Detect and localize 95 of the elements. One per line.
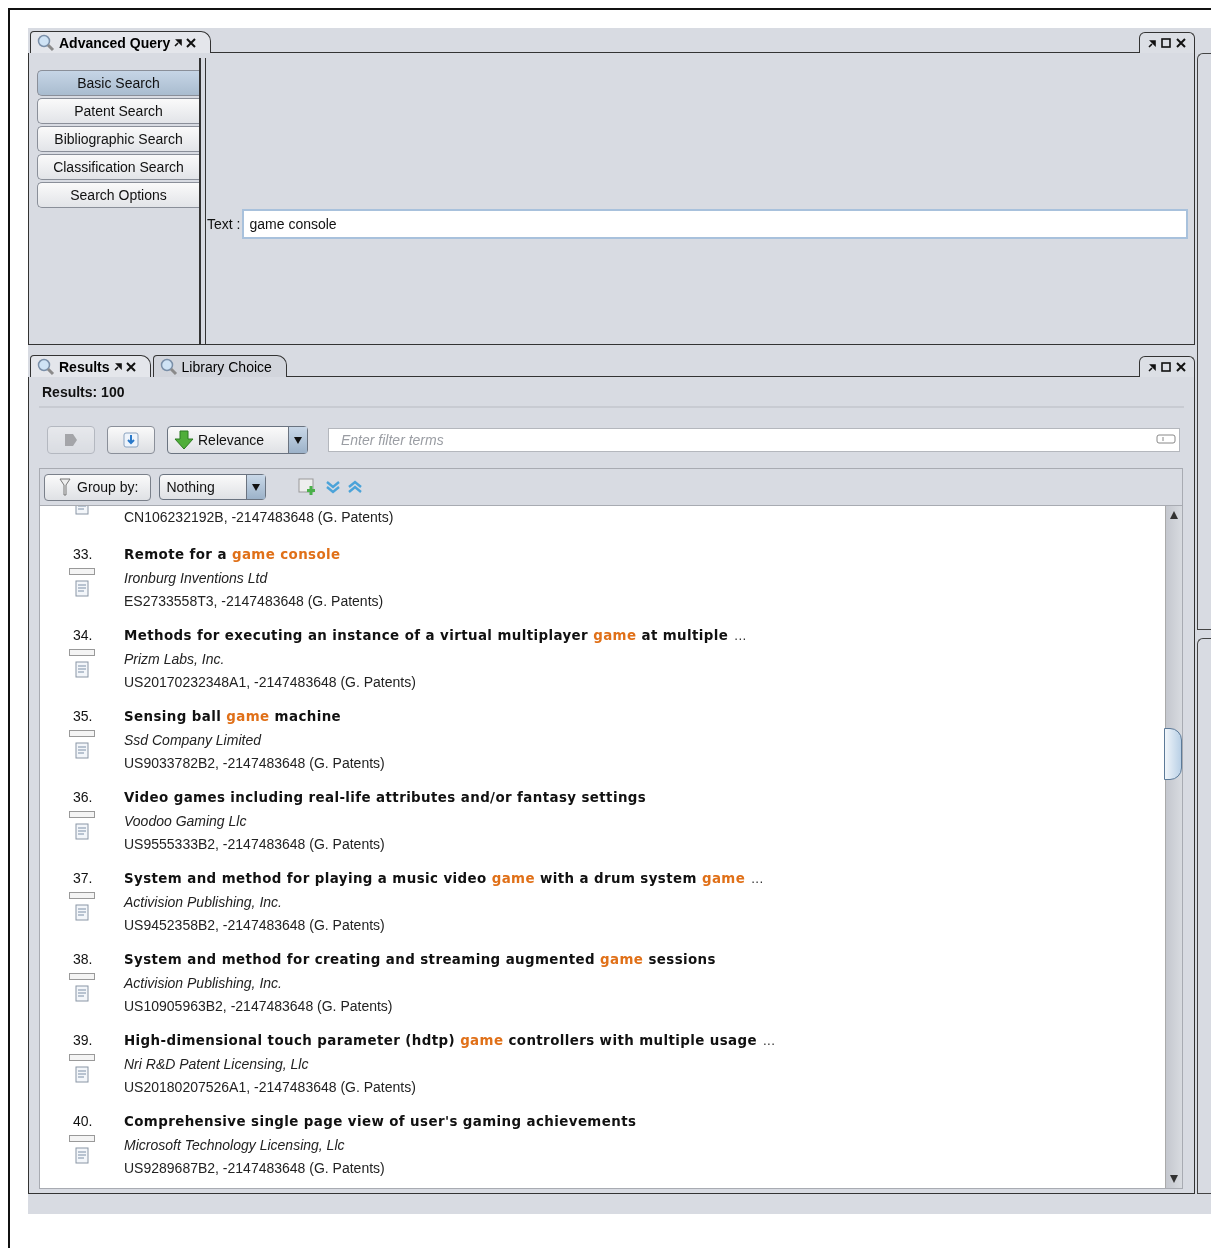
caret-icon <box>252 483 261 491</box>
scroll-thumb[interactable] <box>1164 728 1182 780</box>
search-type-tab[interactable]: Basic Search <box>37 70 199 96</box>
patent-id: US20180207526A1, -2147483648 (G. Patents) <box>124 1077 417 1097</box>
patent-id: CN106232192B, -2147483648 (G. Patents) <box>124 508 394 527</box>
result-title[interactable]: Comprehensive single page view of user's gaming achievements <box>124 1110 637 1134</box>
patent-id: US10905963B2, -2147483648 (G. Patents) <box>124 996 394 1016</box>
search-icon <box>37 33 55 52</box>
collapse-all-icon[interactable] <box>348 480 363 494</box>
assignee: Microsoft Technology Licensing, Llc <box>124 1136 346 1155</box>
close-icon[interactable] <box>125 361 136 372</box>
maximize-icon[interactable] <box>1161 38 1171 48</box>
ellipsis: ... <box>763 1031 776 1050</box>
select-checkbox[interactable] <box>69 891 95 899</box>
assignee: Activision Publishing, Inc. <box>124 973 283 993</box>
search-type-tab[interactable]: Patent Search <box>37 98 199 124</box>
down-arrow-icon <box>174 430 194 450</box>
select-checkbox[interactable] <box>69 1053 95 1061</box>
result-title[interactable]: Video games including real-life attributes and/or fantasy settings <box>124 785 647 810</box>
maximize-icon[interactable] <box>1161 362 1171 372</box>
select-checkbox[interactable] <box>69 972 95 980</box>
result-title[interactable]: System and method for playing a music video game with a drum system game <box>124 866 746 891</box>
pin-icon[interactable] <box>113 362 122 371</box>
result-number: 34. <box>72 626 94 645</box>
panel-tab[interactable]: Library Choice <box>152 355 287 377</box>
close-icon[interactable] <box>1176 38 1186 48</box>
patent-id: US9033782B2, -2147483648 (G. Patents) <box>124 753 385 773</box>
arrow-shape-icon <box>63 432 79 448</box>
close-icon[interactable] <box>1176 362 1186 372</box>
expand-all-icon[interactable] <box>326 480 341 494</box>
document-icon[interactable] <box>75 660 89 678</box>
result-number: 40. <box>72 1113 94 1131</box>
result-title[interactable]: Remote for a game console <box>124 542 341 567</box>
result-title[interactable]: Methods for executing an instance of a virtual multiplayer game at multiple <box>124 623 729 648</box>
text-field[interactable]: game console <box>242 209 1188 239</box>
scroll-up-icon[interactable] <box>1169 510 1179 520</box>
search-icon <box>159 357 178 376</box>
result-number: 33. <box>72 545 94 564</box>
patent-id: US9289687B2, -2147483648 (G. Patents) <box>124 1159 386 1178</box>
result-number: 38. <box>72 950 94 969</box>
assignee: Nri R&D Patent Licensing, Llc <box>124 1054 310 1074</box>
patent-id: US20170232348A1, -2147483648 (G. Patents) <box>124 672 417 692</box>
patent-id: ES2733558T3, -2147483648 (G. Patents) <box>124 591 384 611</box>
clear-icon[interactable] <box>1156 434 1176 444</box>
search-icon <box>37 357 55 376</box>
ellipsis: ... <box>751 869 764 888</box>
scroll-down-icon[interactable] <box>1169 1174 1179 1184</box>
sort-dropdown[interactable]: Relevance <box>167 426 308 454</box>
ellipsis: ... <box>734 626 747 645</box>
document-icon[interactable] <box>75 579 89 597</box>
search-type-tab[interactable]: Classification Search <box>37 154 199 180</box>
patent-id: US9452358B2, -2147483648 (G. Patents) <box>124 915 386 935</box>
caret-icon <box>294 436 302 444</box>
query-tab[interactable]: Advanced Query <box>30 31 212 53</box>
result-number: 35. <box>72 707 94 726</box>
result-title[interactable]: System and method for creating and streaming augmented game sessions <box>124 947 716 972</box>
group-by-dropdown[interactable]: Nothing <box>159 474 267 500</box>
assignee: Activision Publishing, Inc. <box>124 892 283 912</box>
filter-field[interactable]: Enter filter terms <box>328 428 1180 452</box>
scrollbar[interactable] <box>1165 506 1182 1188</box>
result-number: 36. <box>72 788 94 807</box>
assignee: Prizm Labs, Inc. <box>124 649 226 669</box>
document-icon[interactable] <box>75 1147 89 1164</box>
document-icon[interactable] <box>75 1065 89 1083</box>
result-title[interactable]: Sensing ball game machine <box>124 704 342 729</box>
document-icon[interactable] <box>75 903 89 921</box>
results-count: Results: 100 <box>39 377 1184 408</box>
download-icon <box>123 432 139 448</box>
select-checkbox[interactable] <box>69 810 95 818</box>
text-label: Text : <box>206 216 242 232</box>
result-title[interactable]: High-dimensional touch parameter (hdtp) game controllers with multiple usage <box>124 1028 757 1053</box>
search-type-tab[interactable]: Bibliographic Search <box>37 126 199 152</box>
splitter[interactable] <box>199 58 206 344</box>
search-type-tab[interactable]: Search Options <box>37 182 199 208</box>
pin-icon[interactable] <box>174 38 183 47</box>
download-button[interactable] <box>107 426 155 454</box>
pin-icon[interactable] <box>1148 362 1156 372</box>
result-number: 39. <box>72 1031 94 1050</box>
document-icon[interactable] <box>75 822 89 840</box>
assignee: Ironburg Inventions Ltd <box>124 568 269 588</box>
document-icon[interactable] <box>75 984 89 1002</box>
select-checkbox[interactable] <box>69 648 95 656</box>
select-checkbox[interactable] <box>69 729 95 737</box>
pin-icon[interactable] <box>1148 38 1156 48</box>
patent-id: US9555333B2, -2147483648 (G. Patents) <box>124 834 386 854</box>
funnel-icon <box>59 478 71 496</box>
assignee: Ssd Company Limited <box>124 730 263 750</box>
document-icon[interactable] <box>75 741 89 759</box>
close-icon[interactable] <box>186 37 197 48</box>
result-number: 37. <box>72 869 94 888</box>
panel-tab[interactable]: Results <box>30 355 151 377</box>
assignee: Voodoo Gaming Llc <box>124 811 248 831</box>
group-by-button[interactable]: Group by: <box>44 473 152 501</box>
select-checkbox[interactable] <box>69 1135 95 1142</box>
select-checkbox[interactable] <box>69 567 95 575</box>
